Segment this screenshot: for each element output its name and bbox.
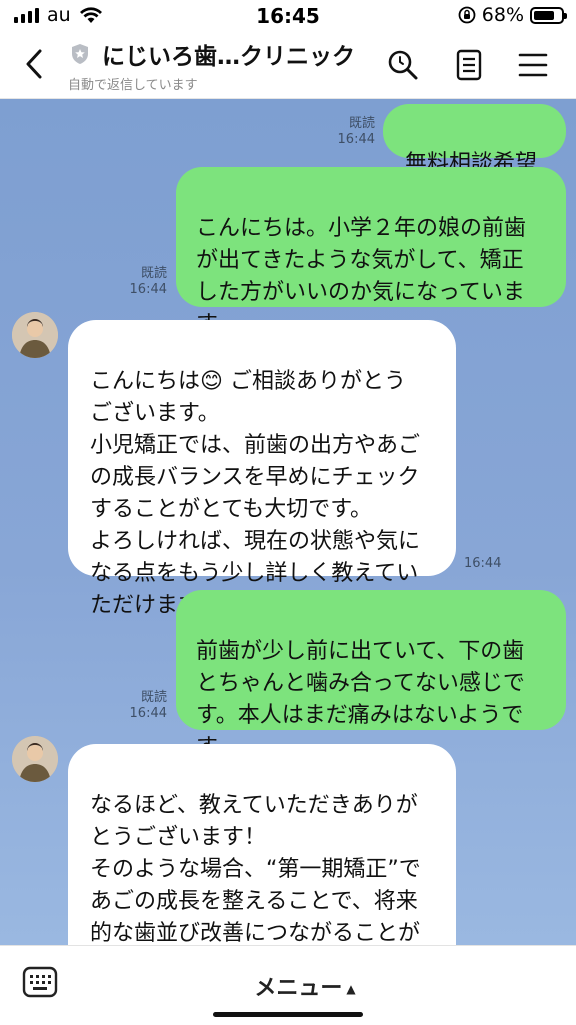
back-icon[interactable] <box>20 46 50 82</box>
message-text-start: こんにちは <box>90 369 201 394</box>
message-bubble-incoming[interactable]: こんにちは😊 ご相談ありがとう ございます。 小児矯正では、前歯の出方やあご の… <box>68 320 456 618</box>
avatar-image <box>12 736 58 782</box>
message-meta: 既読 16:44 <box>112 266 167 298</box>
battery-icon <box>530 6 567 24</box>
avatar[interactable] <box>12 312 58 358</box>
message-meta: 既読 16:44 <box>320 116 375 148</box>
status-bar: au 16:45 68% <box>0 0 576 32</box>
menu-label: メニュー <box>254 976 343 1001</box>
read-receipt: 既読 <box>348 116 375 131</box>
battery-percent: 68% <box>481 4 524 26</box>
read-receipt: 既読 <box>140 266 167 281</box>
chat-area[interactable]: 既読 16:44 無料相談希望 既読 16:44 こんにちは。小学２年の娘の前歯… <box>0 99 576 945</box>
chat-subtitle: 自動で返信しています <box>68 78 198 93</box>
message-bubble-outgoing[interactable]: こんにちは。小学２年の娘の前歯 が出てきたような気がして、矯正 した方がいいのか… <box>176 167 566 337</box>
read-receipt: 既読 <box>140 690 167 705</box>
chat-title[interactable]: にじいろ歯…クリニック <box>102 37 355 71</box>
smile-emoji-icon: 😊 <box>200 369 223 394</box>
home-indicator[interactable] <box>213 1012 363 1017</box>
menu-arrow-icon: ▲ <box>346 982 356 996</box>
avatar[interactable] <box>12 736 58 782</box>
message-time: 16:44 <box>464 556 502 571</box>
status-right: 68% <box>458 4 567 26</box>
keyboard-icon[interactable] <box>22 964 58 1000</box>
message-bubble-incoming[interactable]: なるほど、教えていただきありが とうございます！ そのような場合、“第一期矯正”… <box>68 744 456 945</box>
search-icon[interactable] <box>386 48 420 82</box>
message-text: なるほど、教えていただきありが とうございます！ そのような場合、“第一期矯正”… <box>90 793 421 945</box>
avatar-image <box>12 312 58 358</box>
bottom-bar: メニュー ▲ <box>0 945 576 1025</box>
message-time: 16:44 <box>129 706 167 721</box>
menu-icon[interactable] <box>516 48 550 82</box>
message-text-rest: ご相談ありがとう ございます。 小児矯正では、前歯の出方やあご の成長バランスを… <box>90 369 421 618</box>
menu-button[interactable]: メニュー ▲ <box>230 970 380 1002</box>
shield-icon <box>72 44 88 64</box>
chat-header: にじいろ歯…クリニック 自動で返信しています <box>0 32 576 99</box>
message-text: こんにちは。小学２年の娘の前歯 が出てきたような気がして、矯正 した方がいいのか… <box>196 216 527 337</box>
message-text: 前歯が少し前に出ていて、下の歯 とちゃんと噛み合ってない感じで す。本人はまだ痛… <box>196 639 525 760</box>
notes-icon[interactable] <box>452 48 486 82</box>
message-bubble-outgoing[interactable]: 無料相談希望 <box>383 104 566 176</box>
rotation-lock-icon <box>458 6 476 24</box>
message-time: 16:44 <box>337 132 375 147</box>
message-bubble-outgoing[interactable]: 前歯が少し前に出ていて、下の歯 とちゃんと噛み合ってない感じで す。本人はまだ痛… <box>176 590 566 760</box>
message-time: 16:44 <box>129 282 167 297</box>
message-meta: 既読 16:44 <box>112 690 167 722</box>
